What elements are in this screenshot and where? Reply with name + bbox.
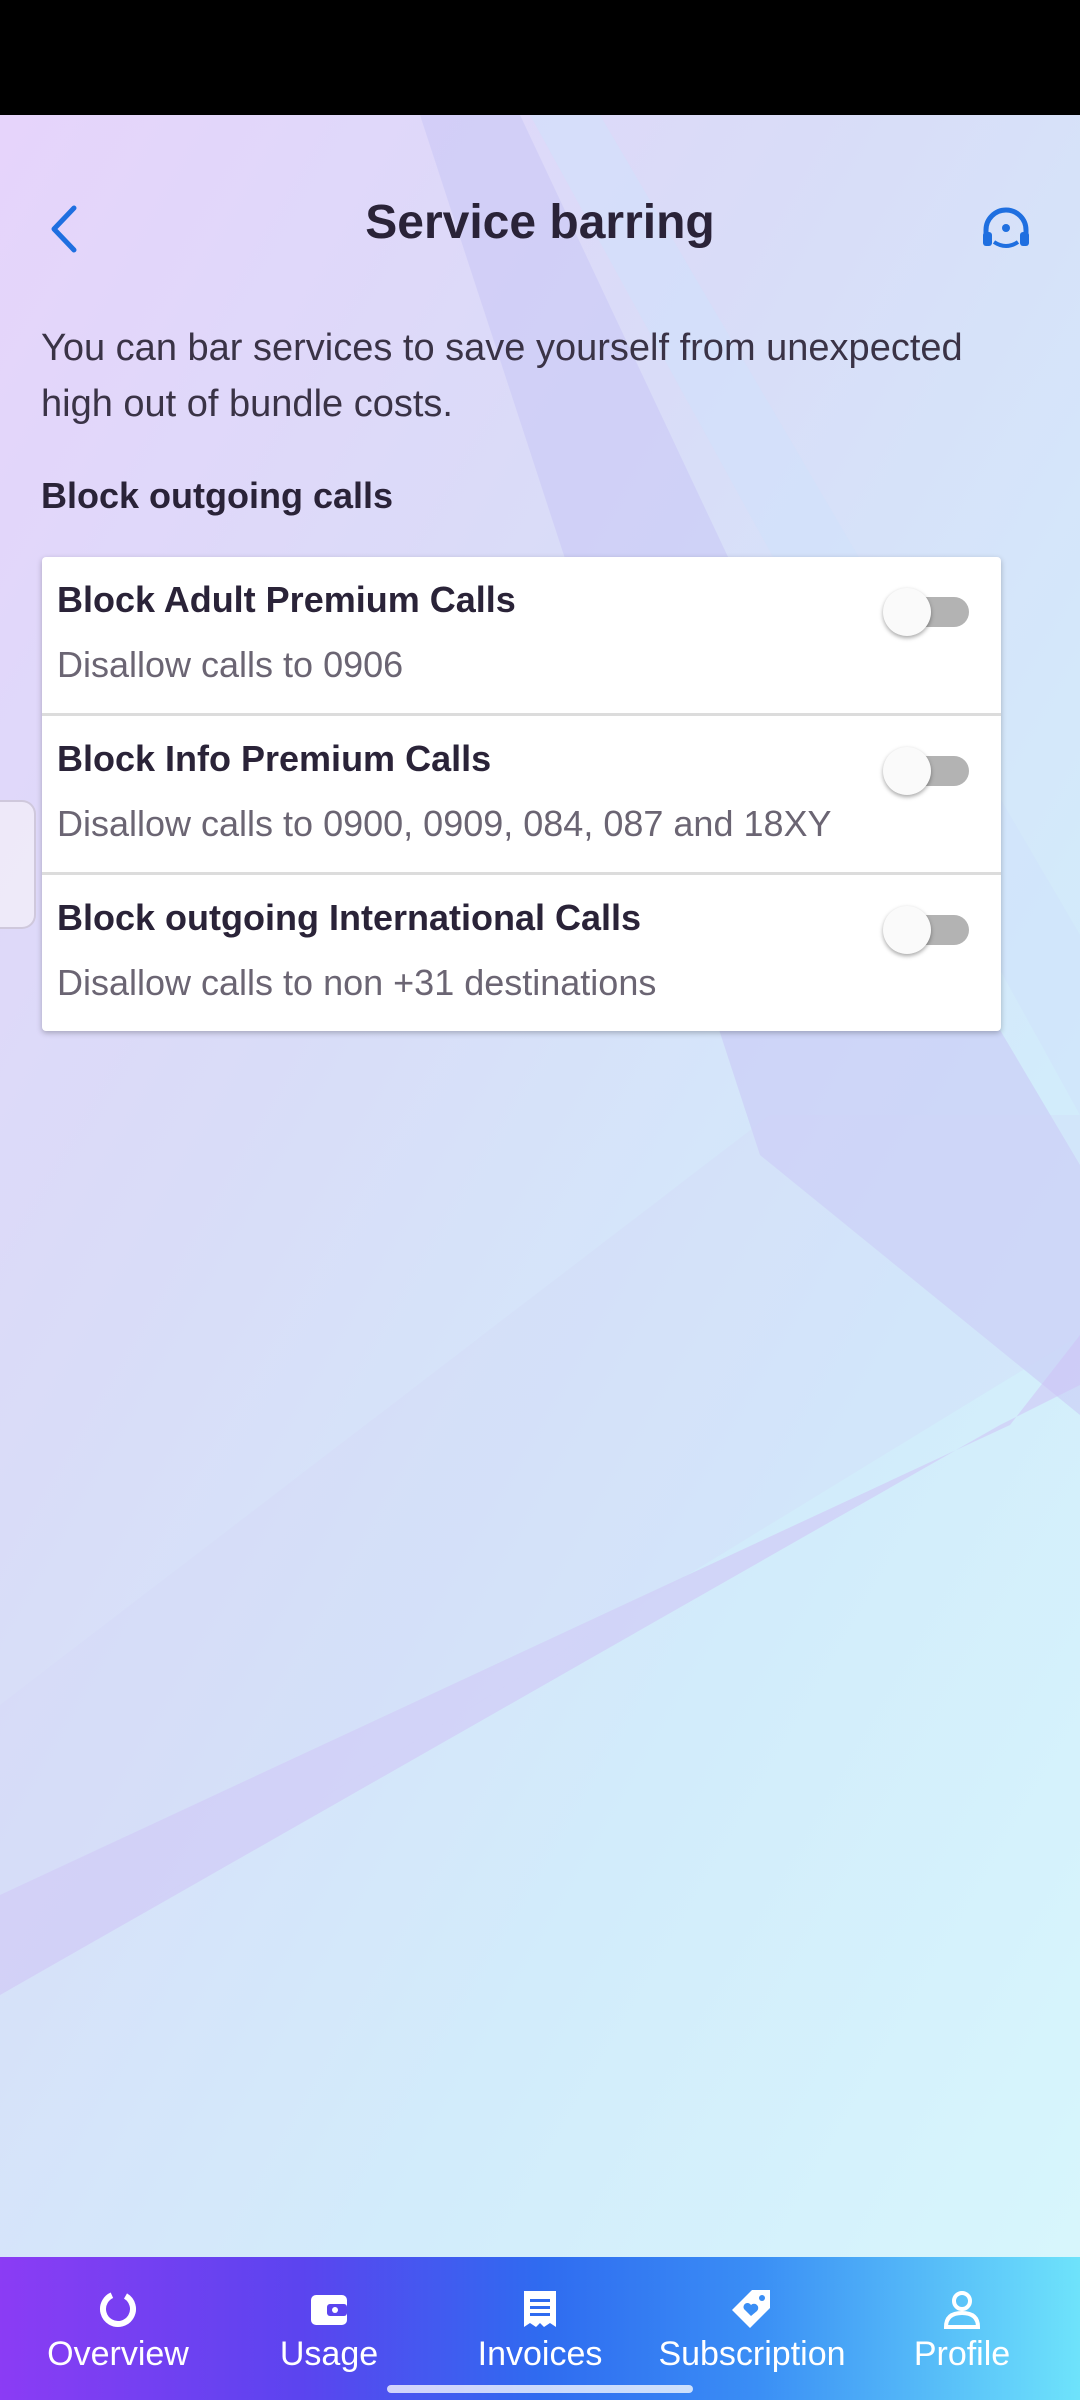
status-bar xyxy=(0,0,1080,115)
option-subtitle: Disallow calls to 0900, 0909, 084, 087 a… xyxy=(57,803,832,844)
nav-label: Usage xyxy=(279,2335,379,2373)
support-button[interactable] xyxy=(976,197,1036,261)
nav-label: Profile xyxy=(913,2335,1011,2373)
nav-item-invoices[interactable]: Invoices xyxy=(440,2257,640,2400)
option-subtitle: Disallow calls to non +31 destinations xyxy=(57,962,657,1003)
nav-label: Overview xyxy=(47,2335,189,2373)
international-toggle[interactable] xyxy=(883,903,971,954)
option-row-international: Block outgoing International Calls Disal… xyxy=(42,875,1001,1031)
nav-label: Invoices xyxy=(477,2335,603,2373)
person-icon xyxy=(940,2289,984,2329)
toggle-thumb xyxy=(883,588,931,636)
option-row-adult-premium: Block Adult Premium Calls Disallow calls… xyxy=(42,557,1001,716)
header: Service barring xyxy=(0,115,1080,345)
option-title: Block outgoing International Calls xyxy=(57,897,642,938)
nav-item-profile[interactable]: Profile xyxy=(862,2257,1062,2400)
page-title: Service barring xyxy=(365,196,715,249)
home-indicator[interactable] xyxy=(387,2385,693,2393)
barring-options-card: Block Adult Premium Calls Disallow calls… xyxy=(42,557,1001,1031)
tag-icon xyxy=(730,2289,774,2329)
background-shapes xyxy=(0,115,1080,1995)
info-premium-toggle[interactable] xyxy=(883,744,971,795)
intro-text: You can bar services to save yourself fr… xyxy=(41,327,963,425)
nav-item-overview[interactable]: Overview xyxy=(18,2257,218,2400)
option-title: Block Info Premium Calls xyxy=(57,738,492,779)
section-title: Block outgoing calls xyxy=(41,475,394,516)
option-row-info-premium: Block Info Premium Calls Disallow calls … xyxy=(42,716,1001,875)
nav-item-subscription[interactable]: Subscription xyxy=(641,2257,863,2400)
toggle-thumb xyxy=(883,747,931,795)
bottom-nav: Overview Usage Invoices Subscription Pro… xyxy=(0,2257,1080,2400)
toggle-thumb xyxy=(883,906,931,954)
nav-item-usage[interactable]: Usage xyxy=(229,2257,429,2400)
invoice-icon xyxy=(518,2289,562,2329)
adult-premium-toggle[interactable] xyxy=(883,585,971,636)
screen-background: Service barring You can bar services to … xyxy=(0,115,1080,2257)
option-subtitle: Disallow calls to 0906 xyxy=(57,644,404,685)
option-title: Block Adult Premium Calls xyxy=(57,579,516,620)
nav-label: Subscription xyxy=(658,2335,846,2373)
side-panel-handle[interactable] xyxy=(0,800,36,929)
wallet-icon xyxy=(307,2289,351,2329)
overview-icon xyxy=(96,2289,140,2329)
headset-icon xyxy=(983,207,1029,248)
